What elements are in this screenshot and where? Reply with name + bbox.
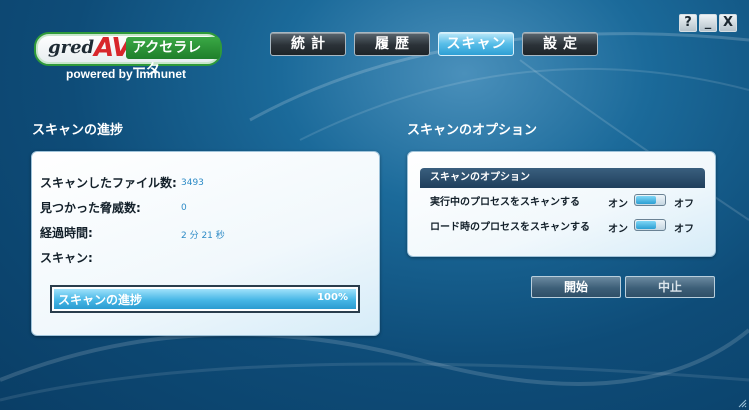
scan-options-title: スキャンのオプション — [407, 123, 538, 138]
option-off-label: オフ — [674, 224, 694, 235]
logo-gred-text: gred — [48, 37, 95, 58]
progress-percent: 100% — [317, 292, 348, 303]
minimize-button[interactable]: _ — [699, 14, 717, 32]
logo-badge: gred AV アクセラレータ — [34, 32, 222, 78]
load-processes-toggle[interactable] — [634, 219, 666, 231]
main-tabs: 統計 履歴 スキャン 設定 — [270, 32, 598, 56]
app-logo: gred AV アクセラレータ powered by Immunet — [34, 32, 222, 82]
tab-scan[interactable]: スキャン — [438, 32, 514, 56]
progress-bar-label: スキャンの進捗 — [58, 293, 143, 307]
threats-found-row: 見つかった脅威数: — [40, 199, 141, 216]
resize-grip-icon[interactable] — [737, 398, 747, 408]
files-scanned-value: 3493 — [181, 178, 204, 188]
threats-found-label: 見つかった脅威数: — [40, 201, 141, 215]
option-label-load-processes: ロード時のプロセスをスキャンする — [430, 222, 590, 233]
elapsed-time-value: 2 分 21 秒 — [181, 231, 225, 241]
help-button[interactable]: ? — [679, 14, 697, 32]
toggle-knob — [636, 221, 656, 229]
stop-button[interactable]: 中止 — [625, 276, 715, 298]
window-controls: ? _ X — [679, 14, 737, 32]
option-off-label: オフ — [674, 199, 694, 210]
scan-progress-panel: スキャンしたファイル数: 3493 見つかった脅威数: 0 経過時間: 2 分 … — [31, 151, 380, 336]
option-on-label: オン — [608, 224, 628, 235]
start-button[interactable]: 開始 — [531, 276, 621, 298]
scan-options-header: スキャンのオプション — [420, 168, 705, 188]
scan-target-label: スキャン: — [40, 251, 93, 265]
close-button[interactable]: X — [719, 14, 737, 32]
files-scanned-row: スキャンしたファイル数: — [40, 174, 177, 191]
running-processes-toggle[interactable] — [634, 194, 666, 206]
tab-statistics[interactable]: 統計 — [270, 32, 346, 56]
scan-options-panel: スキャンのオプション 実行中のプロセスをスキャンする オン オフ ロード時のプロ… — [407, 151, 716, 257]
tab-history[interactable]: 履歴 — [354, 32, 430, 56]
elapsed-time-label: 経過時間: — [40, 226, 93, 240]
scan-progress-bar: スキャンの進捗 100% — [50, 285, 360, 313]
option-label-running-processes: 実行中のプロセスをスキャンする — [430, 197, 580, 208]
logo-accelerator-text: アクセラレータ — [126, 37, 220, 78]
powered-by-text: powered by Immunet — [66, 67, 187, 81]
scan-target-row: スキャン: — [40, 249, 93, 266]
option-on-label: オン — [608, 199, 628, 210]
threats-found-value: 0 — [181, 203, 187, 213]
tab-settings[interactable]: 設定 — [522, 32, 598, 56]
elapsed-time-row: 経過時間: — [40, 224, 93, 241]
toggle-knob — [636, 196, 656, 204]
logo-av-text: AV — [94, 33, 131, 63]
scan-progress-title: スキャンの進捗 — [32, 123, 124, 138]
files-scanned-label: スキャンしたファイル数: — [40, 176, 177, 190]
